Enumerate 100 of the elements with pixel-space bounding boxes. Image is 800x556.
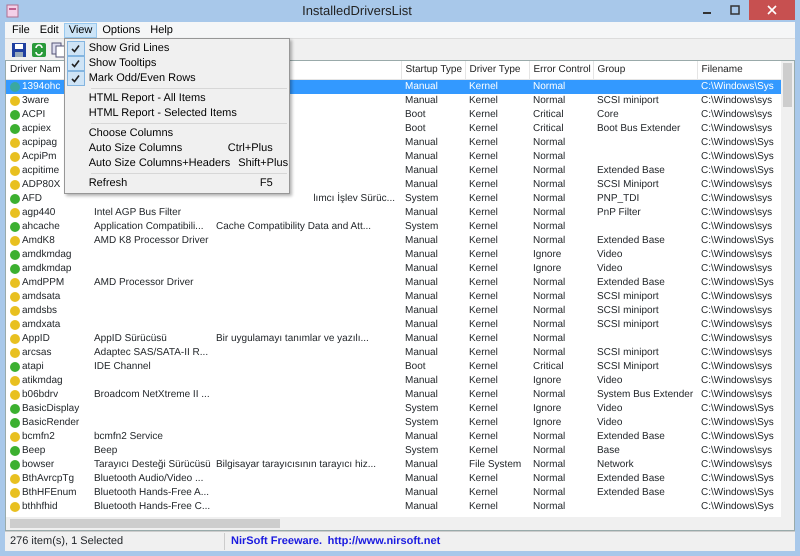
table-cell: C:\Windows\sys (701, 248, 772, 260)
table-cell[interactable]: BthAvrcpTg (22, 472, 74, 486)
table-cell: Kernel (469, 108, 498, 120)
table-cell: SCSI miniport (597, 290, 659, 302)
menu-option[interactable]: Choose Columns (66, 126, 287, 141)
column-header[interactable]: Group (593, 61, 697, 79)
table-cell: Kernel (469, 332, 498, 344)
table-cell[interactable]: amdxata (22, 318, 60, 332)
column-header[interactable]: Error Control (529, 61, 593, 79)
table-cell: Normal (533, 472, 566, 484)
table-cell[interactable]: ACPI (22, 108, 46, 122)
table-cell[interactable]: acpitime (22, 164, 60, 178)
table-cell[interactable]: bcmfn2 (22, 430, 55, 444)
table-cell: Kernel (469, 206, 498, 218)
table-cell[interactable]: acpipag (22, 136, 58, 150)
table-cell: Kernel (469, 94, 498, 106)
table-cell: Kernel (469, 374, 498, 386)
menu-option[interactable]: Auto Size Columns Ctrl+Plus (66, 141, 287, 156)
table-cell: C:\Windows\Sys (701, 234, 774, 246)
menu-option[interactable]: HTML Report - All Items (66, 91, 287, 106)
save-icon[interactable] (11, 42, 27, 58)
menu-item[interactable]: Help (145, 22, 178, 38)
column-header[interactable]: Driver Type (465, 61, 529, 79)
table-cell[interactable]: Beep (22, 444, 46, 458)
table-cell[interactable]: atikmdag (22, 374, 63, 388)
table-cell: Manual (405, 332, 438, 344)
table-cell[interactable]: atapi (22, 360, 44, 374)
table-cell[interactable]: BasicRender (22, 416, 80, 430)
table-cell: Kernel (469, 178, 498, 190)
website-link[interactable]: http://www.nirsoft.net (328, 533, 440, 550)
table-cell[interactable]: 3ware (22, 94, 50, 108)
table-cell: Kernel (469, 234, 498, 246)
table-cell: SCSI miniport (597, 346, 659, 358)
table-cell: Manual (405, 500, 438, 512)
table-cell[interactable]: amdsata (22, 290, 60, 304)
table-cell: Kernel (469, 304, 498, 316)
table-cell[interactable]: b06bdrv (22, 388, 58, 402)
table-cell: Ignore (533, 374, 562, 386)
menu-item[interactable]: Edit (34, 22, 64, 38)
table-cell: SCSI Miniport (597, 360, 659, 372)
table-cell: Bilgisayar tarayıcısının tarayıcı hiz... (216, 458, 376, 470)
table-cell: C:\Windows\Sys (701, 164, 774, 176)
table-cell: Manual (405, 388, 438, 400)
menu-item[interactable]: View (64, 22, 98, 38)
table-cell: C:\Windows\sys (701, 192, 772, 204)
table-cell: Manual (405, 374, 438, 386)
table-cell[interactable]: BasicDisplay (22, 402, 80, 416)
table-cell[interactable]: AmdPPM (22, 276, 64, 290)
table-cell: System (405, 444, 438, 456)
menu-item[interactable]: Options (97, 22, 146, 38)
table-cell: Kernel (469, 402, 498, 414)
table-cell[interactable]: AFD (22, 192, 42, 206)
menu-option[interactable]: Mark Odd/Even Rows (66, 71, 287, 86)
table-cell: Manual (405, 346, 438, 358)
table-cell[interactable]: arcsas (22, 346, 52, 360)
menu-option[interactable]: Auto Size Columns+Headers Shift+Plus (66, 156, 287, 171)
table-cell[interactable]: AcpiPm (22, 150, 56, 164)
table-cell: Core (597, 108, 619, 120)
table-cell[interactable]: ADP80X (22, 178, 60, 192)
table-cell: Kernel (469, 444, 498, 456)
table-cell: Normal (533, 458, 566, 470)
menu-item[interactable]: File (7, 22, 35, 38)
table-cell: Extended Base (597, 276, 665, 288)
table-cell[interactable]: amdkmdag (22, 248, 72, 262)
table-cell: C:\Windows\sys (701, 444, 772, 456)
table-cell: Manual (405, 290, 438, 302)
table-cell[interactable]: amdkmdap (22, 262, 72, 276)
refresh-icon[interactable] (31, 42, 47, 58)
table-cell: Bir uygulamayı tanımlar ve yazılı... (216, 332, 369, 344)
table-cell[interactable]: agp440 (22, 206, 56, 220)
table-cell: Manual (405, 486, 438, 498)
table-cell: Bluetooth Audio/Video ... (94, 472, 204, 484)
table-cell[interactable]: AmdK8 (22, 234, 55, 248)
table-cell: C:\Windows\sys (701, 290, 772, 302)
table-cell[interactable]: bowser (22, 458, 54, 472)
table-cell[interactable]: BthHFEnum (22, 486, 76, 500)
table-cell: Manual (405, 276, 438, 288)
close-button[interactable] (749, 0, 795, 20)
credit-text: NirSoft Freeware. (231, 534, 322, 550)
horizontal-scrollbar[interactable] (6, 517, 794, 530)
table-cell: C:\Windows\sys (701, 262, 772, 274)
menu-option[interactable]: Show Grid Lines (66, 41, 287, 56)
table-cell: Manual (405, 304, 438, 316)
column-header[interactable]: Startup Type (401, 61, 465, 79)
table-cell: System (405, 192, 438, 204)
table-cell[interactable]: ahcache (22, 220, 60, 234)
table-cell[interactable]: bthhfhid (22, 500, 58, 514)
table-cell: Base (597, 444, 620, 456)
menu-option[interactable]: Refresh F5 (66, 176, 287, 191)
table-cell: AMD K8 Processor Driver (94, 234, 208, 246)
table-cell[interactable]: amdsbs (22, 304, 58, 318)
table-cell: Ignore (533, 416, 562, 428)
table-cell: C:\Windows\Sys (701, 276, 774, 288)
menu-option[interactable]: HTML Report - Selected Items (66, 106, 287, 121)
table-cell: Manual (405, 472, 438, 484)
table-cell[interactable]: AppID (22, 332, 50, 346)
table-cell: C:\Windows\sys (701, 122, 772, 134)
table-cell[interactable]: acpiex (22, 122, 51, 136)
vertical-scrollbar[interactable] (781, 61, 794, 517)
table-cell: C:\Windows\sys (701, 220, 772, 232)
